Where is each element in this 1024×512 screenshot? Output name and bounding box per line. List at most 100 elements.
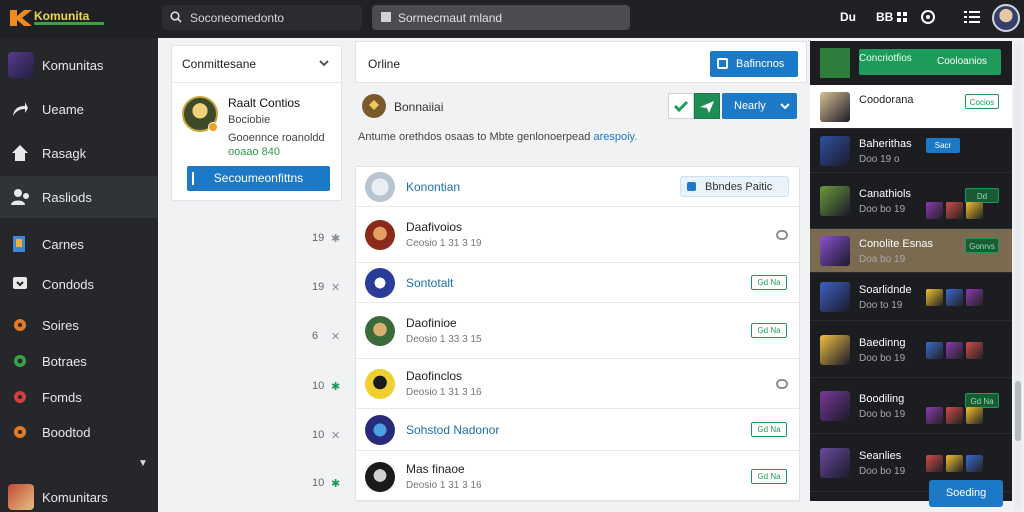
toggle-icon[interactable] (776, 379, 788, 389)
member-avatar[interactable] (365, 415, 395, 445)
member-name[interactable]: Daafivoios (406, 220, 462, 234)
sidebar-item-boodtod[interactable]: Boodtod (0, 411, 158, 453)
list-item[interactable]: Sontotalt Gd Na (356, 263, 799, 303)
status-badge[interactable]: Gd Na (751, 323, 787, 338)
profile-action-button[interactable]: Secoumeonfittns (187, 166, 330, 191)
game-thumbnail[interactable] (820, 282, 850, 312)
member-name[interactable]: Konontian (406, 180, 460, 194)
search-input[interactable]: Soconeomedonto (162, 5, 362, 30)
activity-item[interactable]: Canathiols Doo bo 19 Dd (810, 173, 1012, 229)
participant-avatar[interactable] (926, 341, 943, 359)
description-link[interactable]: arespoiy. (593, 131, 637, 143)
sidebar-item-rasagk[interactable]: Rasagk (0, 132, 158, 174)
participant-avatar[interactable] (966, 455, 983, 472)
badge-button[interactable]: Bbndes Paitic (680, 176, 789, 197)
participant-avatar[interactable] (946, 455, 963, 472)
logo-icon[interactable] (8, 8, 34, 28)
list-item[interactable]: Daofinclos Deosio 1 31 3 16 (356, 359, 799, 409)
send-button[interactable] (694, 93, 720, 119)
member-name[interactable]: Daofinioe (406, 316, 457, 330)
member-name[interactable]: Sontotalt (406, 276, 453, 290)
list-item[interactable]: Daafivoios Ceosio 1 31 3 19 (356, 207, 799, 263)
participant-avatar[interactable] (946, 202, 963, 219)
game-thumbnail[interactable] (820, 236, 850, 266)
user-avatar[interactable] (992, 4, 1020, 32)
participant-avatar[interactable] (926, 407, 943, 424)
row-marker-icon[interactable]: ✱ (331, 477, 340, 490)
member-avatar[interactable] (365, 220, 395, 250)
list-item[interactable]: Sohstod Nadonor Gd Na (356, 409, 799, 451)
sidebar-item-condods[interactable]: Condods (0, 263, 158, 305)
activity-item[interactable]: Coodorana Cocios (810, 85, 1012, 129)
participant-avatar[interactable] (926, 289, 943, 306)
settings-icon[interactable] (920, 9, 936, 25)
row-marker-icon[interactable]: ✱ (331, 380, 340, 393)
participant-avatar[interactable] (966, 289, 983, 306)
list-item[interactable]: Mas finaoe Deosio 1 31 3 16 Gd Na (356, 451, 799, 502)
activity-action-button[interactable]: Cocios (965, 94, 999, 109)
game-thumbnail[interactable] (820, 136, 850, 166)
list-item[interactable]: Daofinioe Deosio 1 33 3 15 Gd Na (356, 303, 799, 359)
topbar-button-bb[interactable]: BB (876, 10, 907, 24)
sidebar-item-komunitas[interactable]: Komunitas (0, 44, 158, 86)
activity-action-button[interactable]: Dd (965, 188, 999, 203)
activity-item[interactable]: Baherithas Doo 19 o Sacr (810, 129, 1012, 173)
participant-avatar[interactable] (926, 455, 943, 472)
game-thumbnail[interactable] (820, 92, 850, 122)
member-name[interactable]: Sohstod Nadonor (406, 423, 499, 437)
participant-avatar[interactable] (946, 407, 963, 424)
activity-item[interactable]: Soarlidnde Doo to 19 (810, 273, 1012, 321)
check-button[interactable] (668, 93, 694, 119)
primary-action-button[interactable]: Bafincnos (710, 51, 798, 77)
menu-icon[interactable] (964, 9, 980, 25)
sidebar-footer-komunitars[interactable]: Komunitars (0, 476, 158, 512)
header-action-button[interactable]: Concriotfios Cooloanios (859, 49, 1001, 75)
participant-avatar[interactable] (926, 202, 943, 219)
game-thumbnail[interactable] (820, 334, 850, 365)
row-marker-icon[interactable]: ✱ (331, 232, 340, 245)
list-item[interactable]: Konontian Bbndes Paitic (356, 167, 799, 207)
activity-action-button[interactable]: Gonrvs (965, 238, 999, 253)
game-thumbnail[interactable] (820, 186, 850, 216)
toggle-icon[interactable] (776, 230, 788, 240)
sidebar-item-rasliods[interactable]: Rasliods (0, 176, 158, 218)
member-name[interactable]: Daofinclos (406, 369, 462, 383)
activity-item[interactable]: Baedinng Doo bo 19 (810, 321, 1012, 378)
participant-avatar[interactable] (966, 407, 983, 424)
activity-action-button[interactable]: Gd Na (965, 393, 999, 408)
scrollbar-thumb[interactable] (1015, 381, 1021, 441)
sidebar-item-carnes[interactable]: Carnes (0, 223, 158, 265)
sidebar-item-ueame[interactable]: Ueame (0, 88, 158, 130)
filter-dropdown[interactable]: Nearly (722, 93, 797, 119)
participant-avatar[interactable] (946, 341, 963, 359)
chevron-down-icon[interactable]: ▼ (138, 458, 148, 469)
scrollbar[interactable] (1014, 41, 1022, 511)
activity-meta: Doo 19 o (859, 154, 900, 165)
activity-item[interactable]: Conolite Esnas Doa bo 19 Gonrvs (810, 229, 1012, 273)
activity-item[interactable]: Boodiling Doo bo 19 Gd Na (810, 378, 1012, 434)
settings-button[interactable]: Soeding (929, 480, 1003, 507)
member-avatar[interactable] (365, 369, 395, 399)
participant-avatar[interactable] (966, 341, 983, 359)
global-search-input[interactable]: Sormecmaut mland (372, 5, 630, 30)
game-thumbnail[interactable] (820, 391, 850, 421)
panel-header[interactable]: Conmittesane (182, 57, 256, 71)
member-avatar[interactable] (365, 172, 395, 202)
status-badge[interactable]: Gd Na (751, 275, 787, 290)
member-name[interactable]: Mas finaoe (406, 462, 465, 476)
game-thumbnail[interactable] (820, 448, 850, 478)
brand-name[interactable]: Komunita (34, 9, 89, 23)
status-badge[interactable]: Gd Na (751, 468, 787, 484)
row-marker-icon[interactable]: ✕ (331, 429, 340, 442)
member-avatar[interactable] (365, 316, 395, 346)
activity-action-button[interactable]: Sacr (926, 138, 960, 153)
status-badge[interactable]: Gd Na (751, 422, 787, 437)
topbar-button-du[interactable]: Du (840, 10, 856, 24)
member-avatar[interactable] (365, 268, 395, 298)
participant-avatar[interactable] (946, 289, 963, 306)
row-marker-icon[interactable]: ✕ (331, 330, 340, 343)
member-avatar[interactable] (365, 461, 395, 492)
participant-avatar[interactable] (966, 202, 983, 219)
chevron-down-icon[interactable] (318, 57, 330, 69)
row-marker-icon[interactable]: ✕ (331, 281, 340, 294)
